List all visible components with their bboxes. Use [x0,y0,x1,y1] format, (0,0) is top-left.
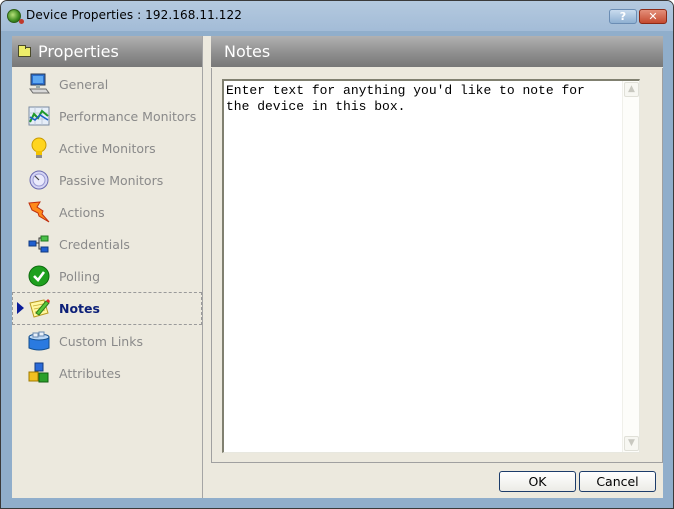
close-button[interactable]: ✕ [639,9,667,24]
sidebar-item-label: Custom Links [59,334,143,349]
scroll-down-button[interactable]: ▼ [624,436,639,451]
chevron-down-icon: ▼ [628,438,635,448]
computer-icon [29,73,50,94]
network-device-icon [7,9,24,24]
title-bar[interactable]: Device Properties : 192.168.11.122 ? ✕ [1,1,673,31]
chart-icon [28,106,50,126]
links-icon [28,331,50,351]
sidebar-nav: General Performance Monitors Active Moni… [12,68,202,389]
chevron-up-icon: ▲ [628,84,635,94]
folder-icon [18,45,31,57]
scroll-up-button[interactable]: ▲ [624,82,639,97]
dish-icon [29,170,49,190]
sidebar-header: Properties [12,36,202,67]
sidebar-item-attributes[interactable]: Attributes [12,357,202,389]
help-button[interactable]: ? [609,9,637,24]
sidebar-item-label: Notes [59,301,100,316]
sidebar-item-polling[interactable]: Polling [12,260,202,292]
notes-scrollbar[interactable]: ▲ ▼ [622,81,639,452]
sidebar-item-label: Passive Monitors [59,173,164,188]
sidebar-item-general[interactable]: General [12,68,202,100]
notepad-pencil-icon [29,299,50,318]
properties-sidebar: Properties General Performance Monitors … [12,36,203,498]
sidebar-item-label: Performance Monitors [59,109,197,124]
sidebar-item-label: Polling [59,269,101,284]
sidebar-item-label: Attributes [59,366,121,381]
selection-arrow-icon [17,302,24,314]
sidebar-title: Properties [38,42,119,61]
notes-textarea-container: ▲ ▼ [222,79,640,453]
dialog-client-area: Properties General Performance Monitors … [12,36,663,498]
checkmark-icon [28,265,50,287]
lightning-arrow-icon [28,201,50,223]
ok-button[interactable]: OK [499,471,576,492]
sidebar-item-label: Active Monitors [59,141,156,156]
notes-textarea[interactable] [226,83,622,448]
sidebar-item-performance-monitors[interactable]: Performance Monitors [12,100,202,132]
notes-panel-header: Notes [211,36,663,67]
sidebar-item-notes[interactable]: Notes [12,292,202,325]
close-icon: ✕ [648,10,658,23]
cancel-button[interactable]: Cancel [579,471,656,492]
sidebar-item-label: Actions [59,205,105,220]
cubes-icon [28,362,49,383]
help-icon: ? [619,10,627,23]
sidebar-item-credentials[interactable]: Credentials [12,228,202,260]
sidebar-item-passive-monitors[interactable]: Passive Monitors [12,164,202,196]
device-properties-window: Device Properties : 192.168.11.122 ? ✕ P… [0,0,674,509]
sidebar-item-label: Credentials [59,237,130,252]
window-title: Device Properties : 192.168.11.122 [26,8,242,22]
sidebar-item-custom-links[interactable]: Custom Links [12,325,202,357]
notes-panel: Notes ▲ ▼ OK Cancel [211,36,663,498]
notes-panel-title: Notes [224,42,271,61]
tree-nodes-icon [28,235,49,253]
sidebar-item-active-monitors[interactable]: Active Monitors [12,132,202,164]
lightbulb-icon [31,137,47,158]
sidebar-item-actions[interactable]: Actions [12,196,202,228]
sidebar-item-label: General [59,77,109,92]
